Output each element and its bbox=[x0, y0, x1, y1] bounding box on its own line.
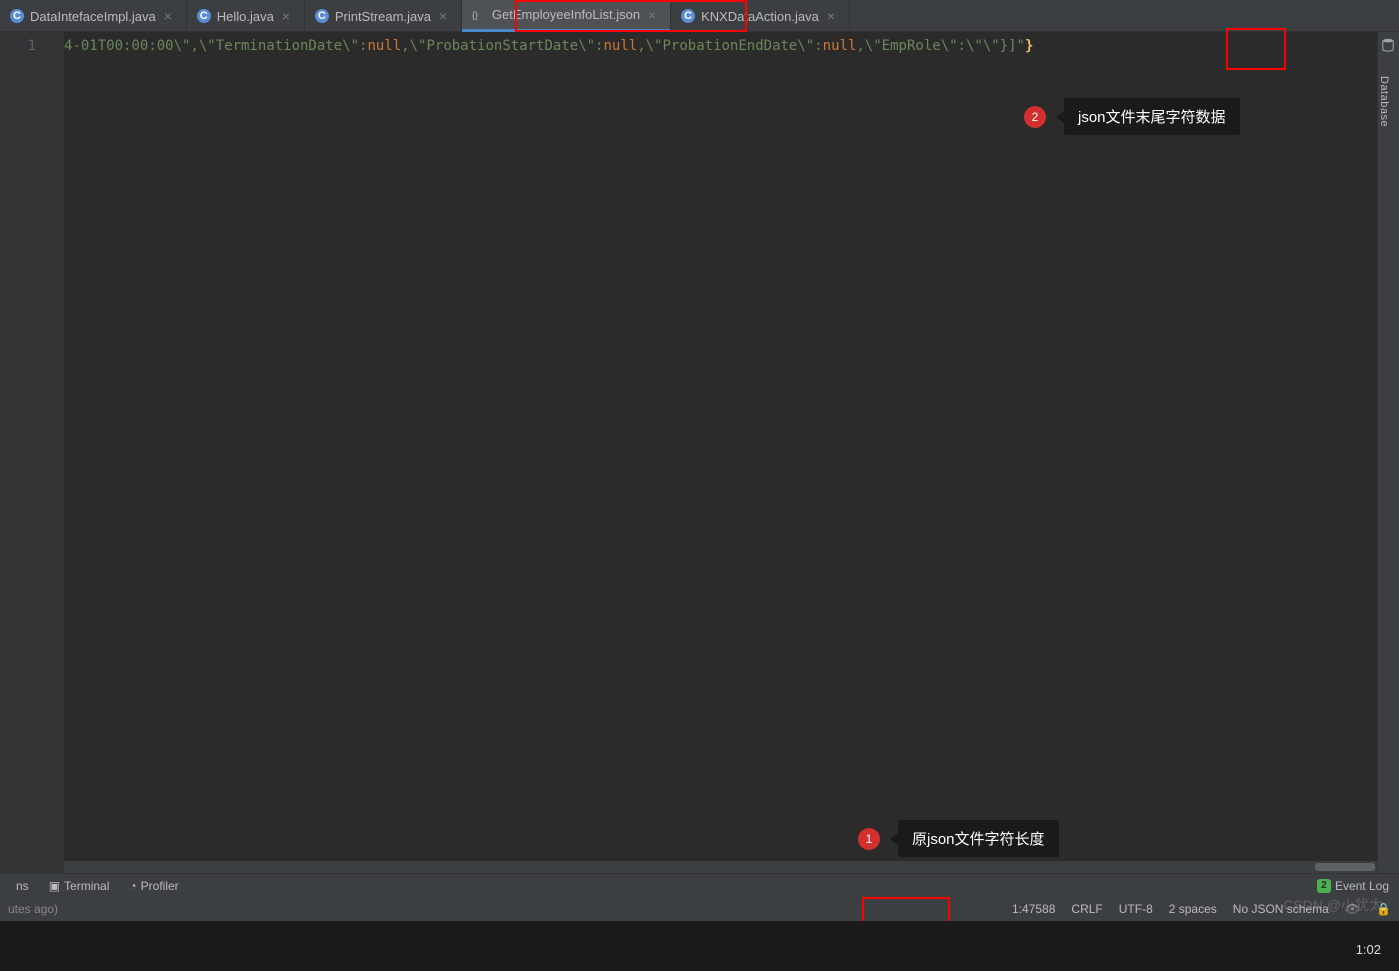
editor-gutter: 1 bbox=[0, 32, 64, 873]
tab-label: DataIntefaceImpl.java bbox=[30, 9, 156, 24]
close-icon[interactable]: × bbox=[439, 8, 451, 24]
os-taskbar[interactable] bbox=[0, 921, 1399, 971]
tab-label: PrintStream.java bbox=[335, 9, 431, 24]
status-cursor-position[interactable]: 1:47588 bbox=[1012, 902, 1055, 916]
editor-wrapper: 1 4-01T00:00:00\",\"TerminationDate\":nu… bbox=[0, 32, 1399, 873]
java-class-icon bbox=[197, 9, 211, 23]
callout-2: 2 json文件末尾字符数据 bbox=[1024, 98, 1240, 135]
tool-profiler[interactable]: ◔ Profiler bbox=[119, 874, 188, 897]
event-count-badge: 2 bbox=[1317, 879, 1331, 893]
side-database-label[interactable]: Database bbox=[1378, 52, 1390, 127]
callout-arrow-icon bbox=[890, 833, 898, 845]
tool-label: Event Log bbox=[1335, 879, 1389, 893]
editor-tabs-bar: DataIntefaceImpl.java × Hello.java × Pri… bbox=[0, 0, 1399, 32]
terminal-icon: ▣ bbox=[49, 879, 60, 893]
database-icon bbox=[1381, 38, 1395, 52]
editor-area[interactable]: 4-01T00:00:00\",\"TerminationDate\":null… bbox=[64, 32, 1383, 873]
callout-text: 原json文件字符长度 bbox=[898, 820, 1059, 857]
status-encoding[interactable]: UTF-8 bbox=[1119, 902, 1153, 916]
tool-label: Terminal bbox=[64, 879, 109, 893]
tab-printstream[interactable]: PrintStream.java × bbox=[305, 0, 462, 32]
watermark-text: CSDN @小犹太 bbox=[1283, 895, 1383, 915]
tab-label: GetEmployeeInfoList.json bbox=[492, 7, 640, 22]
code-line: 4-01T00:00:00\",\"TerminationDate\":null… bbox=[64, 38, 1383, 54]
tab-getemployeeinfolist[interactable]: GetEmployeeInfoList.json × bbox=[462, 0, 671, 32]
java-class-icon bbox=[10, 9, 24, 23]
tool-truncated[interactable]: ns bbox=[6, 874, 39, 897]
side-toolwindow: Database bbox=[1377, 32, 1399, 873]
taskbar-clock[interactable]: 1:02 bbox=[1356, 942, 1381, 957]
tab-datainterfaceimpl[interactable]: DataIntefaceImpl.java × bbox=[0, 0, 187, 32]
tool-label: Profiler bbox=[141, 879, 179, 893]
status-indent[interactable]: 2 spaces bbox=[1169, 902, 1217, 916]
status-line-separator[interactable]: CRLF bbox=[1071, 902, 1102, 916]
close-icon[interactable]: × bbox=[164, 8, 176, 24]
java-class-icon bbox=[681, 9, 695, 23]
json-file-icon bbox=[472, 8, 486, 22]
close-icon[interactable]: × bbox=[827, 8, 839, 24]
tab-label: Hello.java bbox=[217, 9, 274, 24]
bottom-toolbar: ns ▣ Terminal ◔ Profiler 2 Event Log bbox=[0, 873, 1399, 897]
callout-text: json文件末尾字符数据 bbox=[1064, 98, 1240, 135]
callout-badge: 2 bbox=[1024, 106, 1046, 128]
line-number: 1 bbox=[0, 38, 36, 54]
tool-terminal[interactable]: ▣ Terminal bbox=[39, 874, 120, 897]
tab-knxdataaction[interactable]: KNXDataAction.java × bbox=[671, 0, 850, 32]
scrollbar-thumb[interactable] bbox=[1315, 863, 1375, 871]
tab-hello[interactable]: Hello.java × bbox=[187, 0, 305, 32]
callout-arrow-icon bbox=[1056, 111, 1064, 123]
tool-label-fragment: ns bbox=[16, 879, 29, 893]
java-class-icon bbox=[315, 9, 329, 23]
tool-event-log[interactable]: 2 Event Log bbox=[1307, 879, 1399, 893]
status-message: utes ago) bbox=[8, 902, 58, 916]
editor-scrollbar-horizontal[interactable] bbox=[64, 861, 1377, 873]
callout-1: 1 原json文件字符长度 bbox=[858, 820, 1059, 857]
profiler-icon: ◔ bbox=[129, 879, 136, 893]
close-icon[interactable]: × bbox=[648, 7, 660, 23]
callout-badge: 1 bbox=[858, 828, 880, 850]
close-icon[interactable]: × bbox=[282, 8, 294, 24]
status-bar: utes ago) 1:47588 CRLF UTF-8 2 spaces No… bbox=[0, 897, 1399, 921]
tab-label: KNXDataAction.java bbox=[701, 9, 819, 24]
